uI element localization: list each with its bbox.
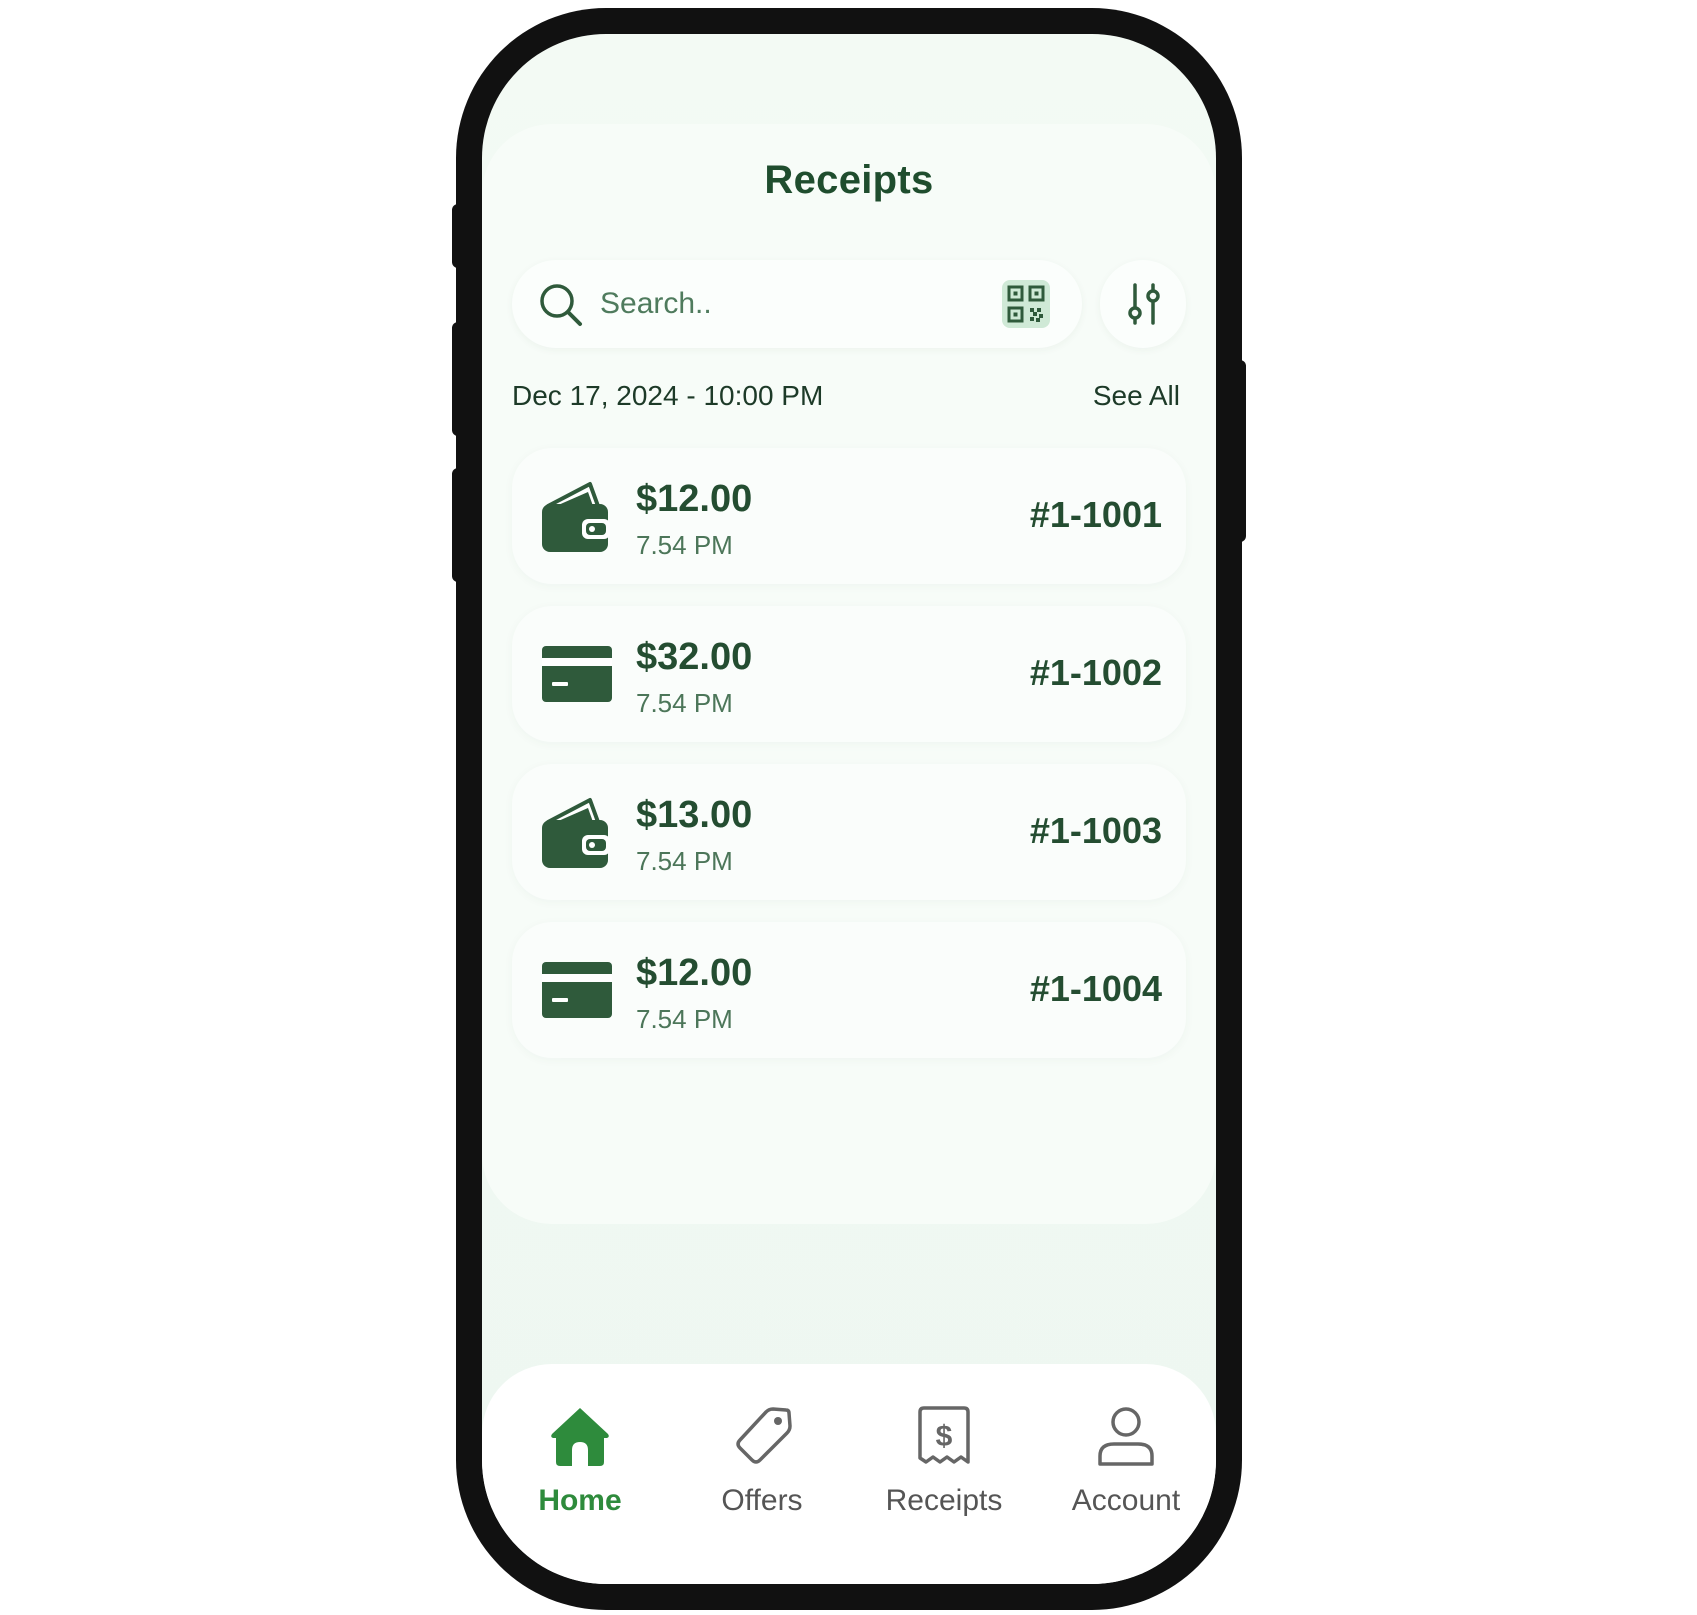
date-label: Dec 17, 2024 - 10:00 PM — [512, 380, 824, 411]
wallet-icon — [542, 798, 610, 868]
receipt-order-id: #1-1002 — [1029, 652, 1162, 693]
receipt-order-id: #1-1004 — [1029, 968, 1162, 1009]
nav-item-home[interactable]: Home — [490, 1404, 670, 1544]
receipt-amount: $12.00 — [636, 952, 753, 994]
search-bar[interactable] — [512, 260, 1082, 348]
nav-label: Receipts — [885, 1484, 1003, 1517]
credit-card-icon — [542, 646, 612, 702]
nav-item-offers[interactable]: Offers — [672, 1404, 852, 1544]
page-title: Receipts — [764, 158, 934, 202]
receipt-time: 7.54 PM — [636, 1004, 733, 1034]
svg-text:$: $ — [936, 1420, 953, 1453]
receipt-item[interactable]: $12.00 7.54 PM #1-1004 — [512, 922, 1186, 1058]
receipt-order-id: #1-1001 — [1029, 494, 1162, 535]
receipt-time: 7.54 PM — [636, 846, 733, 876]
home-icon — [551, 1408, 609, 1466]
sliders-icon — [1128, 283, 1160, 325]
receipt-time: 7.54 PM — [636, 688, 733, 718]
see-all-link[interactable]: See All — [1093, 380, 1180, 412]
credit-card-icon — [542, 962, 612, 1018]
phone-screen: Receipts Search.. Dec 17, 2024 - 10:00 P… — [482, 34, 1216, 1584]
bottom-nav: Home Offers $ Receipts Account — [482, 1364, 1216, 1584]
nav-item-account[interactable]: Account — [1036, 1404, 1216, 1544]
receipt-amount: $32.00 — [636, 636, 753, 678]
search-icon — [540, 284, 582, 326]
nav-label: Account — [1071, 1484, 1181, 1517]
phone-frame: Receipts Search.. Dec 17, 2024 - 10:00 P… — [456, 8, 1242, 1610]
nav-label: Offers — [721, 1484, 803, 1517]
nav-label: Home — [538, 1484, 622, 1517]
search-input[interactable] — [600, 282, 960, 326]
wallet-icon — [542, 482, 610, 552]
qr-code-icon — [1007, 285, 1045, 323]
receipt-amount: $13.00 — [636, 794, 753, 836]
receipt-item[interactable]: $13.00 7.54 PM #1-1003 — [512, 764, 1186, 900]
receipt-item[interactable]: $32.00 7.54 PM #1-1002 — [512, 606, 1186, 742]
tag-icon — [736, 1407, 792, 1464]
stage: Receipts Search.. Dec 17, 2024 - 10:00 P… — [0, 0, 1697, 1615]
receipt-item[interactable]: $12.00 7.54 PM #1-1001 — [512, 448, 1186, 584]
receipt-order-id: #1-1003 — [1029, 810, 1162, 851]
qr-scan-button[interactable] — [1002, 280, 1050, 328]
filter-button[interactable] — [1100, 260, 1186, 348]
receipt-icon: $ — [918, 1406, 970, 1464]
user-icon — [1098, 1407, 1154, 1466]
receipt-time: 7.54 PM — [636, 530, 733, 560]
nav-item-receipts[interactable]: $ Receipts — [854, 1404, 1034, 1544]
receipt-amount: $12.00 — [636, 478, 753, 520]
